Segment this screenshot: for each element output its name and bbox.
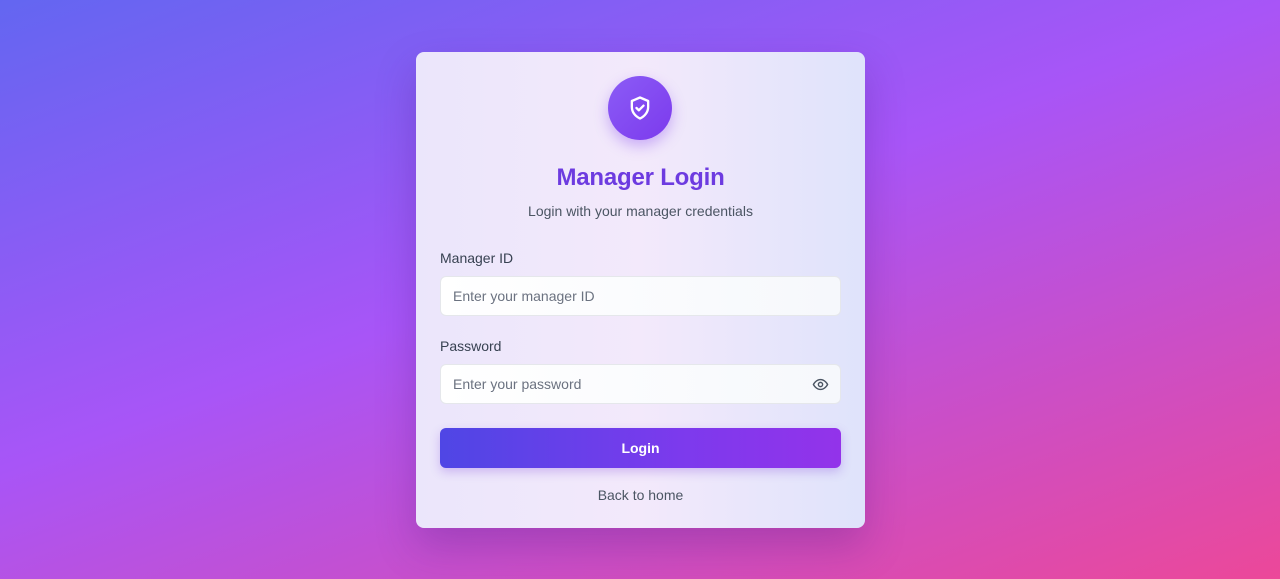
- manager-id-input[interactable]: [440, 276, 841, 316]
- password-label: Password: [440, 338, 502, 354]
- page-title: Manager Login: [556, 164, 725, 191]
- eye-icon[interactable]: [812, 376, 829, 393]
- page-subtitle: Login with your manager credentials: [528, 203, 753, 219]
- back-to-home-link[interactable]: Back to home: [416, 487, 865, 503]
- login-card: Manager Login Login with your manager cr…: [416, 52, 865, 528]
- logo-badge: [608, 76, 672, 140]
- login-button[interactable]: Login: [440, 428, 841, 468]
- shield-check-icon: [630, 96, 650, 120]
- password-input[interactable]: [440, 364, 841, 404]
- manager-id-label: Manager ID: [440, 250, 514, 266]
